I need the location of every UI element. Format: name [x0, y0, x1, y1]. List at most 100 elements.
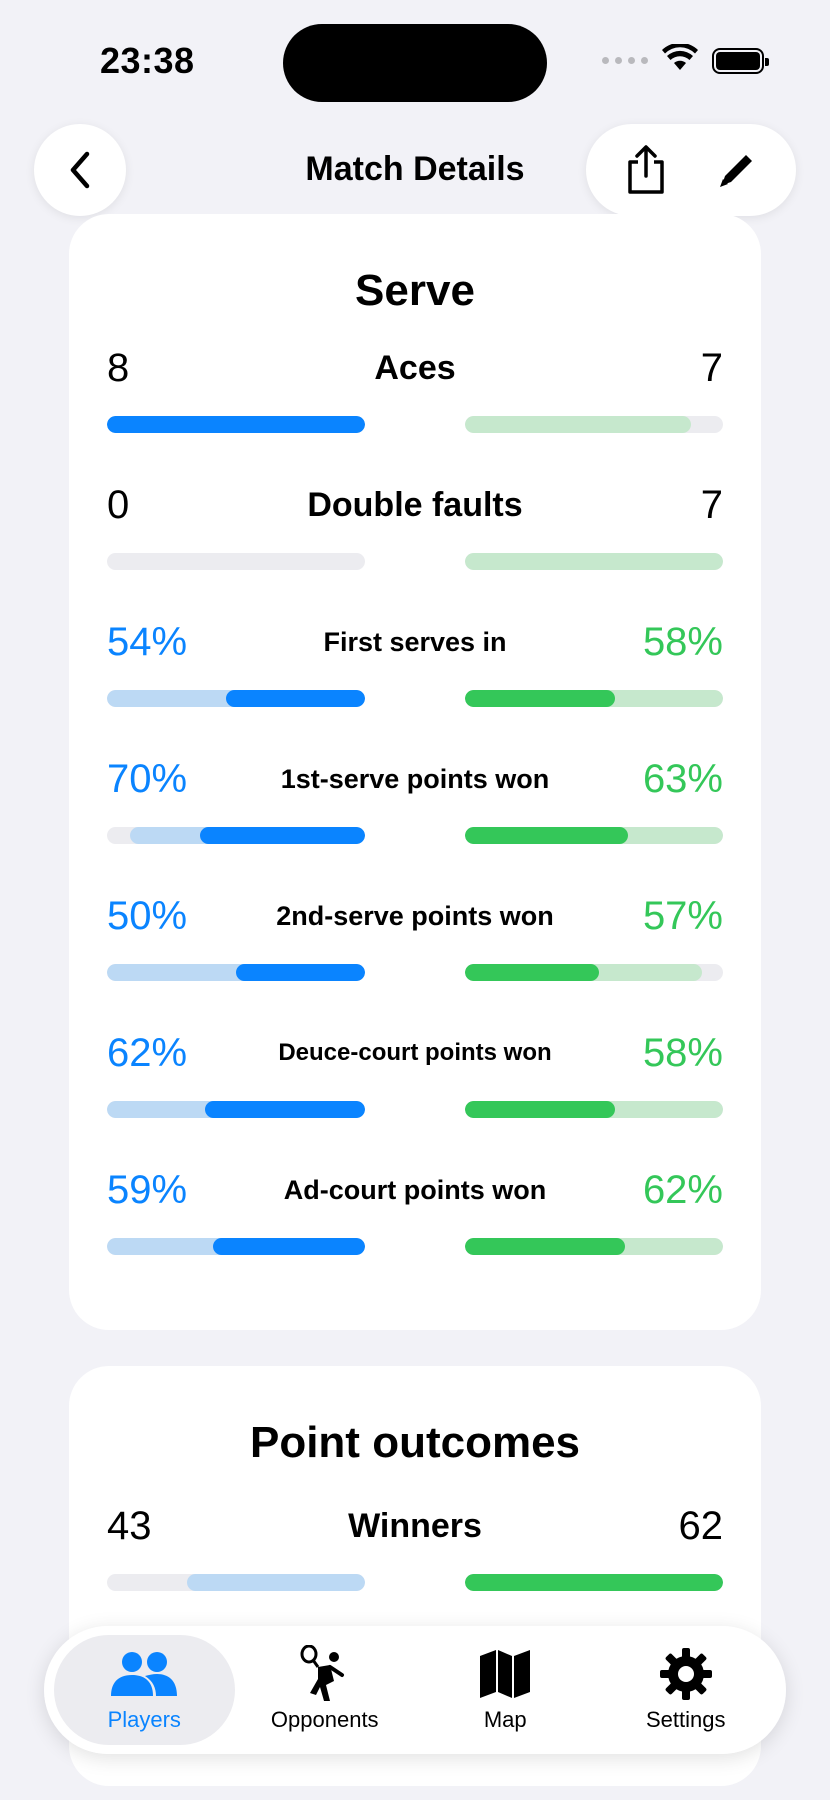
stat-2nd-serve-points-won: 50% 2nd-serve points won 57%: [107, 892, 723, 1029]
tennis-player-icon: [300, 1645, 350, 1701]
opponent-bar: [465, 1574, 723, 1591]
share-button[interactable]: [616, 140, 676, 200]
players-icon: [109, 1647, 179, 1701]
nav-actions: [586, 124, 796, 216]
player-bar: [107, 1238, 365, 1255]
opponent-bar-fill: [465, 690, 615, 707]
stat-bars: [107, 1574, 723, 1591]
opponent-value: 63%: [642, 756, 723, 801]
opponent-value: 62%: [642, 1167, 723, 1212]
opponent-bar-fill: [465, 1101, 615, 1118]
player-value: 59%: [107, 1167, 188, 1212]
opponent-bar: [465, 690, 723, 707]
stat-label: 2nd-serve points won: [276, 900, 554, 931]
opponent-bar: [465, 964, 723, 981]
stat-winners: 43 Winners 62: [107, 1502, 723, 1639]
opponent-value: 62: [678, 1503, 724, 1548]
battery-icon: [712, 47, 769, 74]
player-bar: [107, 553, 365, 570]
stat-label: 1st-serve points won: [280, 763, 550, 794]
stat-row: 8 Aces 7: [107, 344, 723, 392]
stat-row: 59% Ad-court points won 62%: [107, 1166, 723, 1214]
pencil-icon: [719, 155, 752, 187]
player-bar: [107, 827, 365, 844]
player-value: 62%: [107, 1030, 188, 1075]
opponent-value: 58%: [642, 619, 723, 664]
stat-bars: [107, 1238, 723, 1255]
stat-row: 62% Deuce-court points won 58%: [107, 1029, 723, 1077]
stat-row: 50% 2nd-serve points won 57%: [107, 892, 723, 940]
stat-row: 0 Double faults 7: [107, 481, 723, 529]
player-bar-fill: [186, 1574, 365, 1591]
player-bar-fill: [212, 1238, 365, 1255]
opponent-bar: [465, 416, 723, 433]
tab-opponents[interactable]: Opponents: [235, 1635, 416, 1745]
player-bar-fill: [107, 416, 365, 433]
gear-icon: [659, 1647, 713, 1701]
stat-bars: [107, 827, 723, 844]
wifi-icon: [662, 42, 698, 77]
map-icon: [478, 1647, 532, 1701]
player-bar: [107, 1574, 365, 1591]
stat-label: Double faults: [307, 485, 523, 524]
player-value: 70%: [107, 756, 188, 801]
stat-bars: [107, 1101, 723, 1118]
stat-first-serves-in: 54% First serves in 58%: [107, 618, 723, 755]
opponent-bar: [465, 1101, 723, 1118]
stat-ad-court-points-won: 59% Ad-court points won 62%: [107, 1166, 723, 1303]
stat-aces: 8 Aces 7: [107, 344, 723, 481]
tab-bar: Players Opponents Map Settings: [44, 1626, 786, 1754]
share-icon: [627, 145, 664, 194]
player-bar-fill: [236, 964, 365, 981]
player-value: 50%: [107, 893, 188, 938]
outcome-stats: 43 Winners 62: [107, 1502, 723, 1639]
opponent-value: 57%: [642, 893, 723, 938]
serve-title: Serve: [355, 266, 475, 315]
opponent-bar-fill: [465, 827, 628, 844]
opponent-value: 58%: [642, 1030, 723, 1075]
player-value: 54%: [107, 619, 188, 664]
stat-double-faults: 0 Double faults 7: [107, 481, 723, 618]
player-bar: [107, 416, 365, 433]
opponent-bar: [465, 827, 723, 844]
tab-opponents-label: Opponents: [270, 1707, 379, 1732]
opponent-bar: [465, 1238, 723, 1255]
opponent-bar-fill: [465, 416, 691, 433]
tab-settings-label: Settings: [646, 1707, 726, 1732]
opponent-bar-fill: [465, 1238, 625, 1255]
player-value: 0: [107, 482, 130, 527]
player-bar-fill: [199, 827, 365, 844]
stat-bars: [107, 964, 723, 981]
dynamic-island: [283, 24, 547, 102]
tab-players[interactable]: Players: [54, 1635, 235, 1745]
cellular-signal-icon: [602, 57, 648, 64]
tab-map[interactable]: Map: [415, 1635, 596, 1745]
stat-row: 70% 1st-serve points won 63%: [107, 755, 723, 803]
player-bar-fill: [205, 1101, 365, 1118]
opponent-value: 7: [700, 345, 723, 390]
status-icons: [602, 42, 769, 77]
opponent-bar-fill: [465, 553, 723, 570]
status-time: 23:38: [100, 40, 195, 81]
stat-label: First serves in: [323, 626, 507, 657]
stat-label: Ad-court points won: [283, 1174, 547, 1205]
stat-1st-serve-points-won: 70% 1st-serve points won 63%: [107, 755, 723, 892]
player-bar: [107, 1101, 365, 1118]
point-outcomes-title: Point outcomes: [249, 1418, 581, 1467]
stat-label: Winners: [348, 1506, 482, 1545]
opponent-value: 7: [700, 482, 723, 527]
stat-label: Aces: [374, 348, 456, 387]
tab-settings[interactable]: Settings: [596, 1635, 777, 1745]
opponent-bar-fill: [465, 964, 600, 981]
tab-players-label: Players: [107, 1707, 181, 1732]
stat-bars: [107, 690, 723, 707]
stat-bars: [107, 553, 723, 570]
serve-stats: 8 Aces 7 0 Double faults 7 54% First serves in 5…: [107, 344, 723, 1303]
player-bar-fill: [225, 690, 365, 707]
opponent-bar-fill: [465, 1574, 723, 1591]
edit-button[interactable]: [707, 140, 767, 200]
stat-label: Deuce-court points won: [278, 1039, 552, 1066]
player-value: 8: [107, 345, 130, 390]
stat-bars: [107, 416, 723, 433]
opponent-bar: [465, 553, 723, 570]
